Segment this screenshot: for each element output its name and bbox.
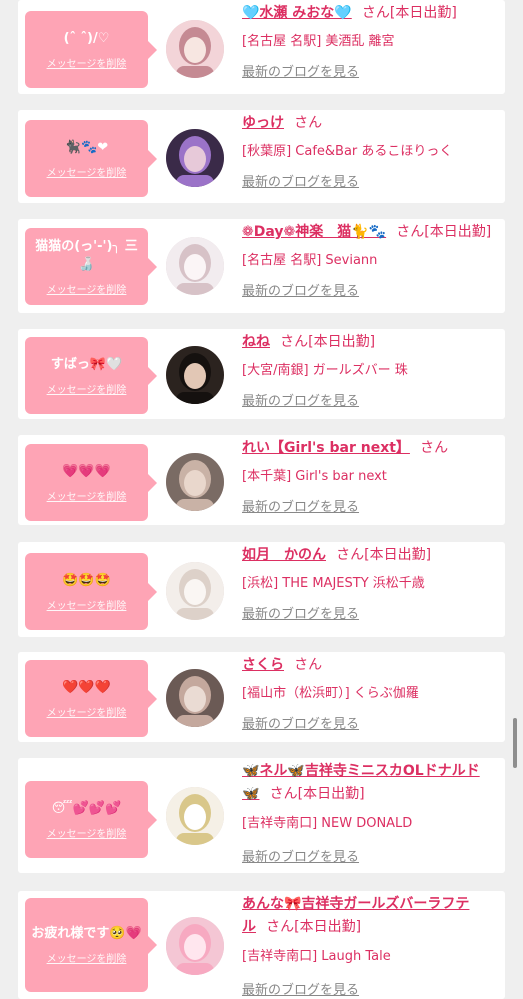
message-text: 🐈‍⬛🐾❤ [64,139,109,155]
status-text: さん[本日出勤] [396,224,492,240]
message-text: 猫猫の(っ'-')╮ 三 🍶 [35,238,138,272]
message-bubble: (ˆ ˆ)/♡ メッセージを削除 [25,11,157,88]
status-text: さん [294,657,323,673]
status-text: さん[本日出勤] [266,919,362,935]
avatar[interactable] [166,787,224,845]
latest-blog-link[interactable]: 最新のブログを見る [242,713,359,732]
message-bubble: お疲れ様です🥺💗 メッセージを削除 [25,898,157,992]
latest-blog-link[interactable]: 最新のブログを見る [242,280,359,299]
message-card: お疲れ様です🥺💗 メッセージを削除 あんな🎀吉祥寺ガールズバーラフテル さん[本日出… [18,891,505,999]
shop-name: [名古屋 名駅] 美酒乱 離宮 [242,34,395,49]
message-text: (ˆ ˆ)/♡ [63,30,110,46]
message-bubble: 🐈‍⬛🐾❤ メッセージを削除 [25,120,157,197]
name-line: 🦋ネル🦋吉祥寺ミニスカOLドナルド🦋 さん[本日出勤] [242,759,497,805]
message-card: 😴💕💕💕 メッセージを削除 🦋ネル🦋吉祥寺ミニスカOLドナルド🦋 さん[本日出勤] [… [18,758,505,873]
shop-name: [大宮/南銀] ガールズバー 珠 [242,363,408,378]
shop-name: [秋葉原] Cafe&Bar あるこほりっく [242,144,453,159]
message-card: (ˆ ˆ)/♡ メッセージを削除 🩵水瀬 みおな🩵 さん[本日出勤] [名古屋 名駅]… [18,0,505,94]
latest-blog-link[interactable]: 最新のブログを見る [242,390,359,409]
delete-message-link[interactable]: メッセージを削除 [47,825,127,840]
avatar-photo [166,562,224,620]
cast-name-link[interactable]: 🩵水瀬 みおな🩵 [242,5,352,21]
avatar[interactable] [166,917,224,975]
cast-name-link[interactable]: ねね [242,334,270,350]
delete-message-link[interactable]: メッセージを削除 [47,488,127,503]
message-bubble: 🤩🤩🤩 メッセージを削除 [25,553,157,630]
message-card: 🤩🤩🤩 メッセージを削除 如月 かのん さん[本日出勤] [浜松] THE MAJES… [18,542,505,637]
message-text: 🤩🤩🤩 [62,572,111,588]
status-text: さん [420,440,449,456]
avatar-photo [166,453,224,511]
message-card: すばっ🎀🤍 メッセージを削除 ねね さん[本日出勤] [大宮/南銀] ガールズバー 珠… [18,329,505,419]
name-line: ゆっけ さん [242,111,497,134]
avatar-photo [166,20,224,78]
message-card: 💗💗💗 メッセージを削除 れい【Girl's bar next】 さん [本千葉] G… [18,435,505,525]
message-bubble: すばっ🎀🤍 メッセージを削除 [25,337,157,414]
message-bubble: 猫猫の(っ'-')╮ 三 🍶 メッセージを削除 [25,228,157,305]
name-line: さくら さん [242,653,497,676]
delete-message-link[interactable]: メッセージを削除 [47,381,127,396]
avatar-photo [166,129,224,187]
message-bubble: 😴💕💕💕 メッセージを削除 [25,781,157,858]
status-text: さん[本日出勤] [280,334,376,350]
message-text: お疲れ様です🥺💗 [31,926,142,941]
avatar[interactable] [166,346,224,404]
shop-name: [福山市（松浜町）] くらぶ伽羅 [242,686,419,701]
avatar[interactable] [166,20,224,78]
cast-name-link[interactable]: れい【Girl's bar next】 [242,440,410,456]
name-line: あんな🎀吉祥寺ガールズバーラフテル さん[本日出勤] [242,892,497,938]
status-text: さん[本日出勤] [336,547,432,563]
scrollbar[interactable] [513,718,517,768]
shop-name: [吉祥寺南口] Laugh Tale [242,949,391,964]
message-bubble: ❤️❤️❤️ メッセージを削除 [25,660,157,737]
avatar-photo [166,237,224,295]
avatar[interactable] [166,669,224,727]
latest-blog-link[interactable]: 最新のブログを見る [242,979,359,998]
avatar[interactable] [166,129,224,187]
name-line: 🩵水瀬 みおな🩵 さん[本日出勤] [242,1,497,24]
shop-name: [吉祥寺南口] NEW DONALD [242,816,413,831]
cast-name-link[interactable]: さくら [242,657,284,673]
latest-blog-link[interactable]: 最新のブログを見る [242,496,359,515]
avatar-photo [166,917,224,975]
message-text: 💗💗💗 [62,463,111,479]
delete-message-link[interactable]: メッセージを削除 [47,597,127,612]
name-line: 如月 かのん さん[本日出勤] [242,543,497,566]
latest-blog-link[interactable]: 最新のブログを見る [242,171,359,190]
message-text: すばっ🎀🤍 [50,356,123,372]
status-text: さん[本日出勤] [361,5,457,21]
avatar-photo [166,346,224,404]
latest-blog-link[interactable]: 最新のブログを見る [242,61,359,80]
message-card: 🐈‍⬛🐾❤ メッセージを削除 ゆっけ さん [秋葉原] Cafe&Bar あるこほりっ… [18,110,505,203]
delete-message-link[interactable]: メッセージを削除 [47,281,127,296]
name-line: れい【Girl's bar next】 さん [242,436,497,459]
delete-message-link[interactable]: メッセージを削除 [47,950,127,965]
shop-name: [浜松] THE MAJESTY 浜松千歳 [242,576,425,591]
latest-blog-link[interactable]: 最新のブログを見る [242,846,359,865]
avatar-photo [166,669,224,727]
message-text: ❤️❤️❤️ [62,679,111,695]
cast-name-link[interactable]: ❁Day❁神楽 猫🐈🐾 [242,224,386,240]
name-line: ねね さん[本日出勤] [242,330,497,353]
cast-name-link[interactable]: ゆっけ [242,115,284,131]
message-card: 猫猫の(っ'-')╮ 三 🍶 メッセージを削除 ❁Day❁神楽 猫🐈🐾 さん[本日出… [18,219,505,313]
shop-name: [本千葉] Girl's bar next [242,469,387,484]
status-text: さん [294,115,323,131]
delete-message-link[interactable]: メッセージを削除 [47,164,127,179]
delete-message-link[interactable]: メッセージを削除 [47,704,127,719]
shop-name: [名古屋 名駅] Seviann [242,253,378,268]
message-text: 😴💕💕💕 [51,800,122,816]
delete-message-link[interactable]: メッセージを削除 [47,55,127,70]
avatar-photo [166,787,224,845]
message-bubble: 💗💗💗 メッセージを削除 [25,444,157,521]
cast-name-link[interactable]: 如月 かのん [242,547,326,563]
latest-blog-link[interactable]: 最新のブログを見る [242,603,359,622]
name-line: ❁Day❁神楽 猫🐈🐾 さん[本日出勤] [242,220,497,243]
status-text: さん[本日出勤] [269,786,365,802]
avatar[interactable] [166,237,224,295]
avatar[interactable] [166,562,224,620]
message-card: ❤️❤️❤️ メッセージを削除 さくら さん [福山市（松浜町）] くらぶ伽羅最新のブ… [18,652,505,742]
avatar[interactable] [166,453,224,511]
